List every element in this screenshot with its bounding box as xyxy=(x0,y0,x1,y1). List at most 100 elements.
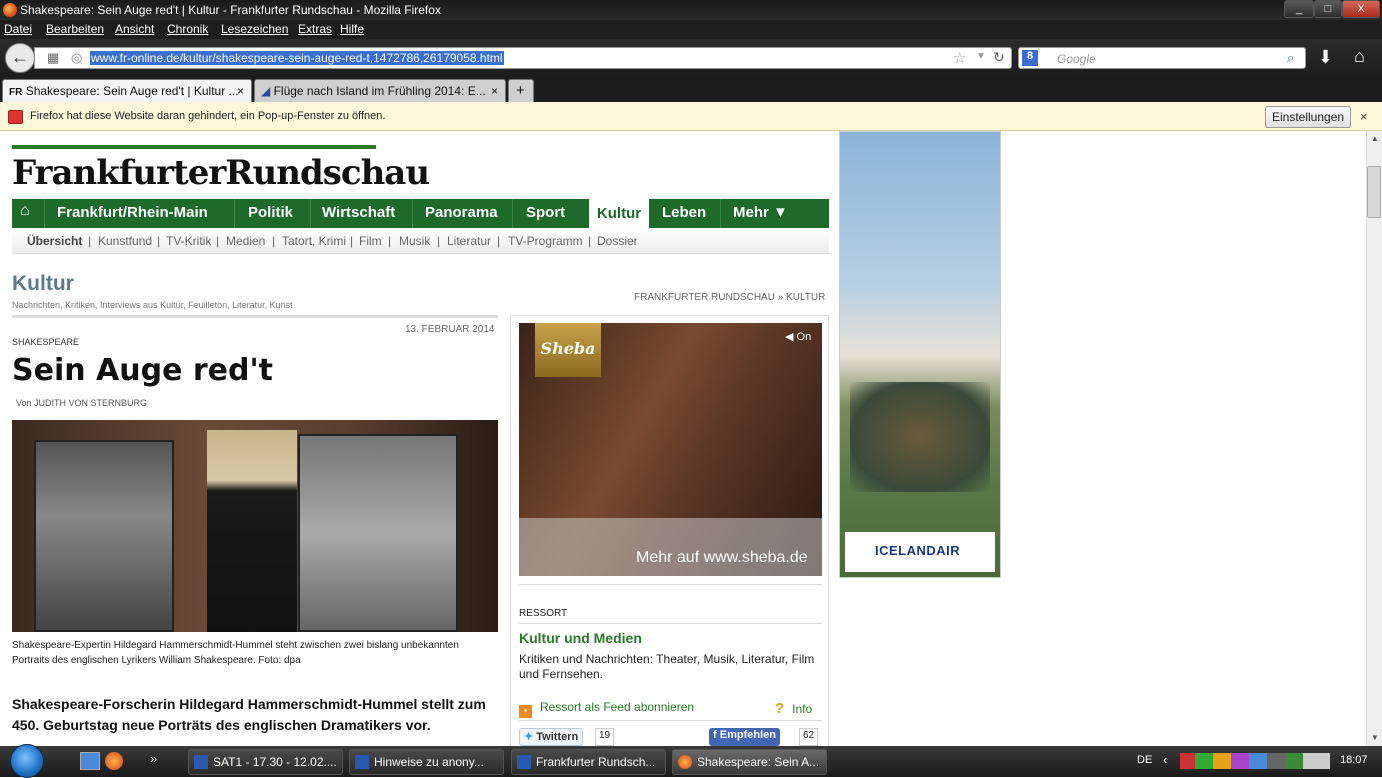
star-icon[interactable]: ☆ xyxy=(953,49,966,67)
scrollbar-thumb[interactable] xyxy=(1367,166,1381,218)
home-icon[interactable]: ⌂ xyxy=(1354,46,1365,67)
back-button[interactable]: ← xyxy=(5,43,35,73)
menu-lesezeichen[interactable]: Lesezeichen xyxy=(221,22,288,36)
portrait-right xyxy=(298,434,458,632)
close-window-button[interactable]: X xyxy=(1342,0,1380,18)
subnav-tv-kritik[interactable]: TV-Kritik xyxy=(166,234,211,248)
settings-button[interactable]: Einstellungen xyxy=(1265,106,1352,128)
section-title[interactable]: Kultur xyxy=(12,272,74,296)
window-title: Shakespeare: Sein Auge red't | Kultur - … xyxy=(20,3,441,17)
sheba-tagline[interactable]: Mehr auf www.sheba.de xyxy=(636,549,808,567)
icelandair-favicon-icon: ◢ xyxy=(261,84,271,98)
show-desktop-icon[interactable] xyxy=(80,752,100,770)
nav-leben[interactable]: Leben xyxy=(662,204,706,221)
subnav-kunstfund[interactable]: Kunstfund xyxy=(98,234,152,248)
tray-expand-icon[interactable]: ‹ xyxy=(1163,752,1167,767)
close-icon[interactable]: × xyxy=(1360,109,1368,124)
subnav-film[interactable]: Film xyxy=(359,234,382,248)
url-bar[interactable]: ▦ ◎ www.fr-online.de/kultur/shakespeare-… xyxy=(34,47,1012,69)
portrait-left xyxy=(34,440,174,632)
sound-on-toggle[interactable]: ◀ On xyxy=(785,330,811,343)
google-icon[interactable]: 8 xyxy=(1022,50,1038,66)
search-icon[interactable]: ⌕ xyxy=(1287,50,1294,66)
tab-label: Shakespeare: Sein Auge red't | Kultur ..… xyxy=(25,84,239,98)
info-link[interactable]: ? Info xyxy=(775,700,812,717)
dropdown-icon[interactable]: ▼ xyxy=(976,51,986,62)
system-tray-icons[interactable] xyxy=(1180,753,1330,769)
sheba-ad[interactable]: Sheba ◀ On Mehr auf www.sheba.de xyxy=(519,323,822,576)
download-icon[interactable]: ⬇ xyxy=(1318,47,1333,68)
article-author: Von JUDITH VON STERNBURG xyxy=(16,398,148,408)
article-photo[interactable] xyxy=(12,420,498,632)
divider xyxy=(12,315,498,318)
close-tab-icon[interactable]: × xyxy=(237,84,244,98)
url-text[interactable]: www.fr-online.de/kultur/shakespeare-sein… xyxy=(90,51,504,65)
scroll-up-icon[interactable]: ▲ xyxy=(1371,134,1379,143)
nav-kultur[interactable]: Kultur xyxy=(589,199,649,228)
rss-icon: ◗ xyxy=(519,705,532,718)
taskbar-button-hinweise[interactable]: Hinweise zu anony... xyxy=(349,749,504,775)
feed-link[interactable]: ◗ Ressort als Feed abonnieren xyxy=(519,700,694,718)
nav-mehr[interactable]: Mehr ▼ xyxy=(733,204,788,221)
tab-island[interactable]: ◢ Flüge nach Island im Frühling 2014: E.… xyxy=(254,79,506,102)
facebook-button[interactable]: f Empfehlen xyxy=(709,728,780,746)
photo-caption: Shakespeare-Expertin Hildegard Hammersch… xyxy=(12,640,459,666)
subnav-uebersicht[interactable]: Übersicht xyxy=(27,234,82,248)
scroll-down-icon[interactable]: ▼ xyxy=(1371,733,1379,742)
ressort-title[interactable]: Kultur und Medien xyxy=(519,630,642,646)
menu-bearbeiten[interactable]: Bearbeiten xyxy=(46,22,104,36)
taskbar-button-sat1[interactable]: SAT1 - 17.30 - 12.02.... xyxy=(188,749,343,775)
language-indicator[interactable]: DE xyxy=(1137,754,1152,766)
firefox-icon xyxy=(678,755,692,769)
nav-wirtschaft[interactable]: Wirtschaft xyxy=(322,204,395,221)
scrollbar[interactable]: ▲ ▼ xyxy=(1366,131,1382,746)
subnav-medien[interactable]: Medien xyxy=(226,234,265,248)
more-icon[interactable]: » xyxy=(150,751,157,766)
site-logo[interactable]: FrankfurterRundschau xyxy=(12,145,430,193)
maximize-button[interactable]: □ xyxy=(1314,0,1342,18)
menu-datei[interactable]: Datei xyxy=(4,22,32,36)
subnav-dossier[interactable]: Dossier xyxy=(597,234,638,248)
new-tab-button[interactable]: + xyxy=(508,79,534,102)
facebook-icon: f xyxy=(713,729,717,741)
clock[interactable]: 18:07 xyxy=(1340,754,1368,766)
menu-hilfe[interactable]: Hilfe xyxy=(340,22,364,36)
fr-favicon-icon: FR xyxy=(9,87,23,98)
twitter-button[interactable]: ✦ Twittern xyxy=(519,728,584,746)
minimize-button[interactable]: _ xyxy=(1284,0,1314,18)
menu-ansicht[interactable]: Ansicht xyxy=(115,22,154,36)
divider xyxy=(519,623,822,624)
firefox-quicklaunch-icon[interactable] xyxy=(105,752,123,770)
menu-extras[interactable]: Extras xyxy=(298,22,332,36)
person-image xyxy=(207,430,297,632)
taskbar-button-frankfurter[interactable]: Frankfurter Rundsch... xyxy=(511,749,666,775)
section-subtitle: Nachrichten, Kritiken, Interviews aus Ku… xyxy=(12,300,293,310)
icelandair-ad[interactable]: ICELANDAIR xyxy=(839,131,1001,578)
start-button[interactable] xyxy=(10,744,44,778)
bookmarks-icon: ▦ xyxy=(47,50,60,65)
tab-shakespeare[interactable]: FR Shakespeare: Sein Auge red't | Kultur… xyxy=(2,79,252,102)
nav-politik[interactable]: Politik xyxy=(248,204,293,221)
ad-people-image xyxy=(850,382,990,492)
sheba-logo: Sheba xyxy=(535,323,601,377)
home-nav-icon[interactable]: ⌂ xyxy=(20,202,30,220)
search-box[interactable]: 8 Google ⌕ xyxy=(1018,47,1306,69)
nav-sport[interactable]: Sport xyxy=(526,204,565,221)
nav-panorama[interactable]: Panorama xyxy=(425,204,498,221)
taskbar-button-shakespeare[interactable]: Shakespeare: Sein A... xyxy=(672,749,827,775)
subnav-musik[interactable]: Musik xyxy=(399,234,430,248)
reload-icon[interactable]: ↻ xyxy=(993,49,1005,66)
subnav-tv-programm[interactable]: TV-Programm xyxy=(508,234,583,248)
breadcrumb[interactable]: FRANKFURTER RUNDSCHAU » KULTUR xyxy=(634,292,825,303)
window-title-bar: Shakespeare: Sein Auge red't | Kultur - … xyxy=(0,0,1382,20)
subnav-tatort[interactable]: Tatort, Krimi xyxy=(282,234,346,248)
subnav-literatur[interactable]: Literatur xyxy=(447,234,491,248)
sidebar-box: Sheba ◀ On Mehr auf www.sheba.de RESSORT… xyxy=(510,315,829,746)
popup-blocked-bar: Firefox hat diese Website daran gehinder… xyxy=(0,102,1382,131)
search-placeholder: Google xyxy=(1057,52,1096,66)
nav-frankfurt[interactable]: Frankfurt/Rhein-Main xyxy=(57,204,208,221)
popup-blocked-icon xyxy=(8,110,23,124)
menu-chronik[interactable]: Chronik xyxy=(167,22,208,36)
icelandair-logo: ICELANDAIR xyxy=(845,532,995,572)
close-tab-icon[interactable]: × xyxy=(491,84,498,98)
